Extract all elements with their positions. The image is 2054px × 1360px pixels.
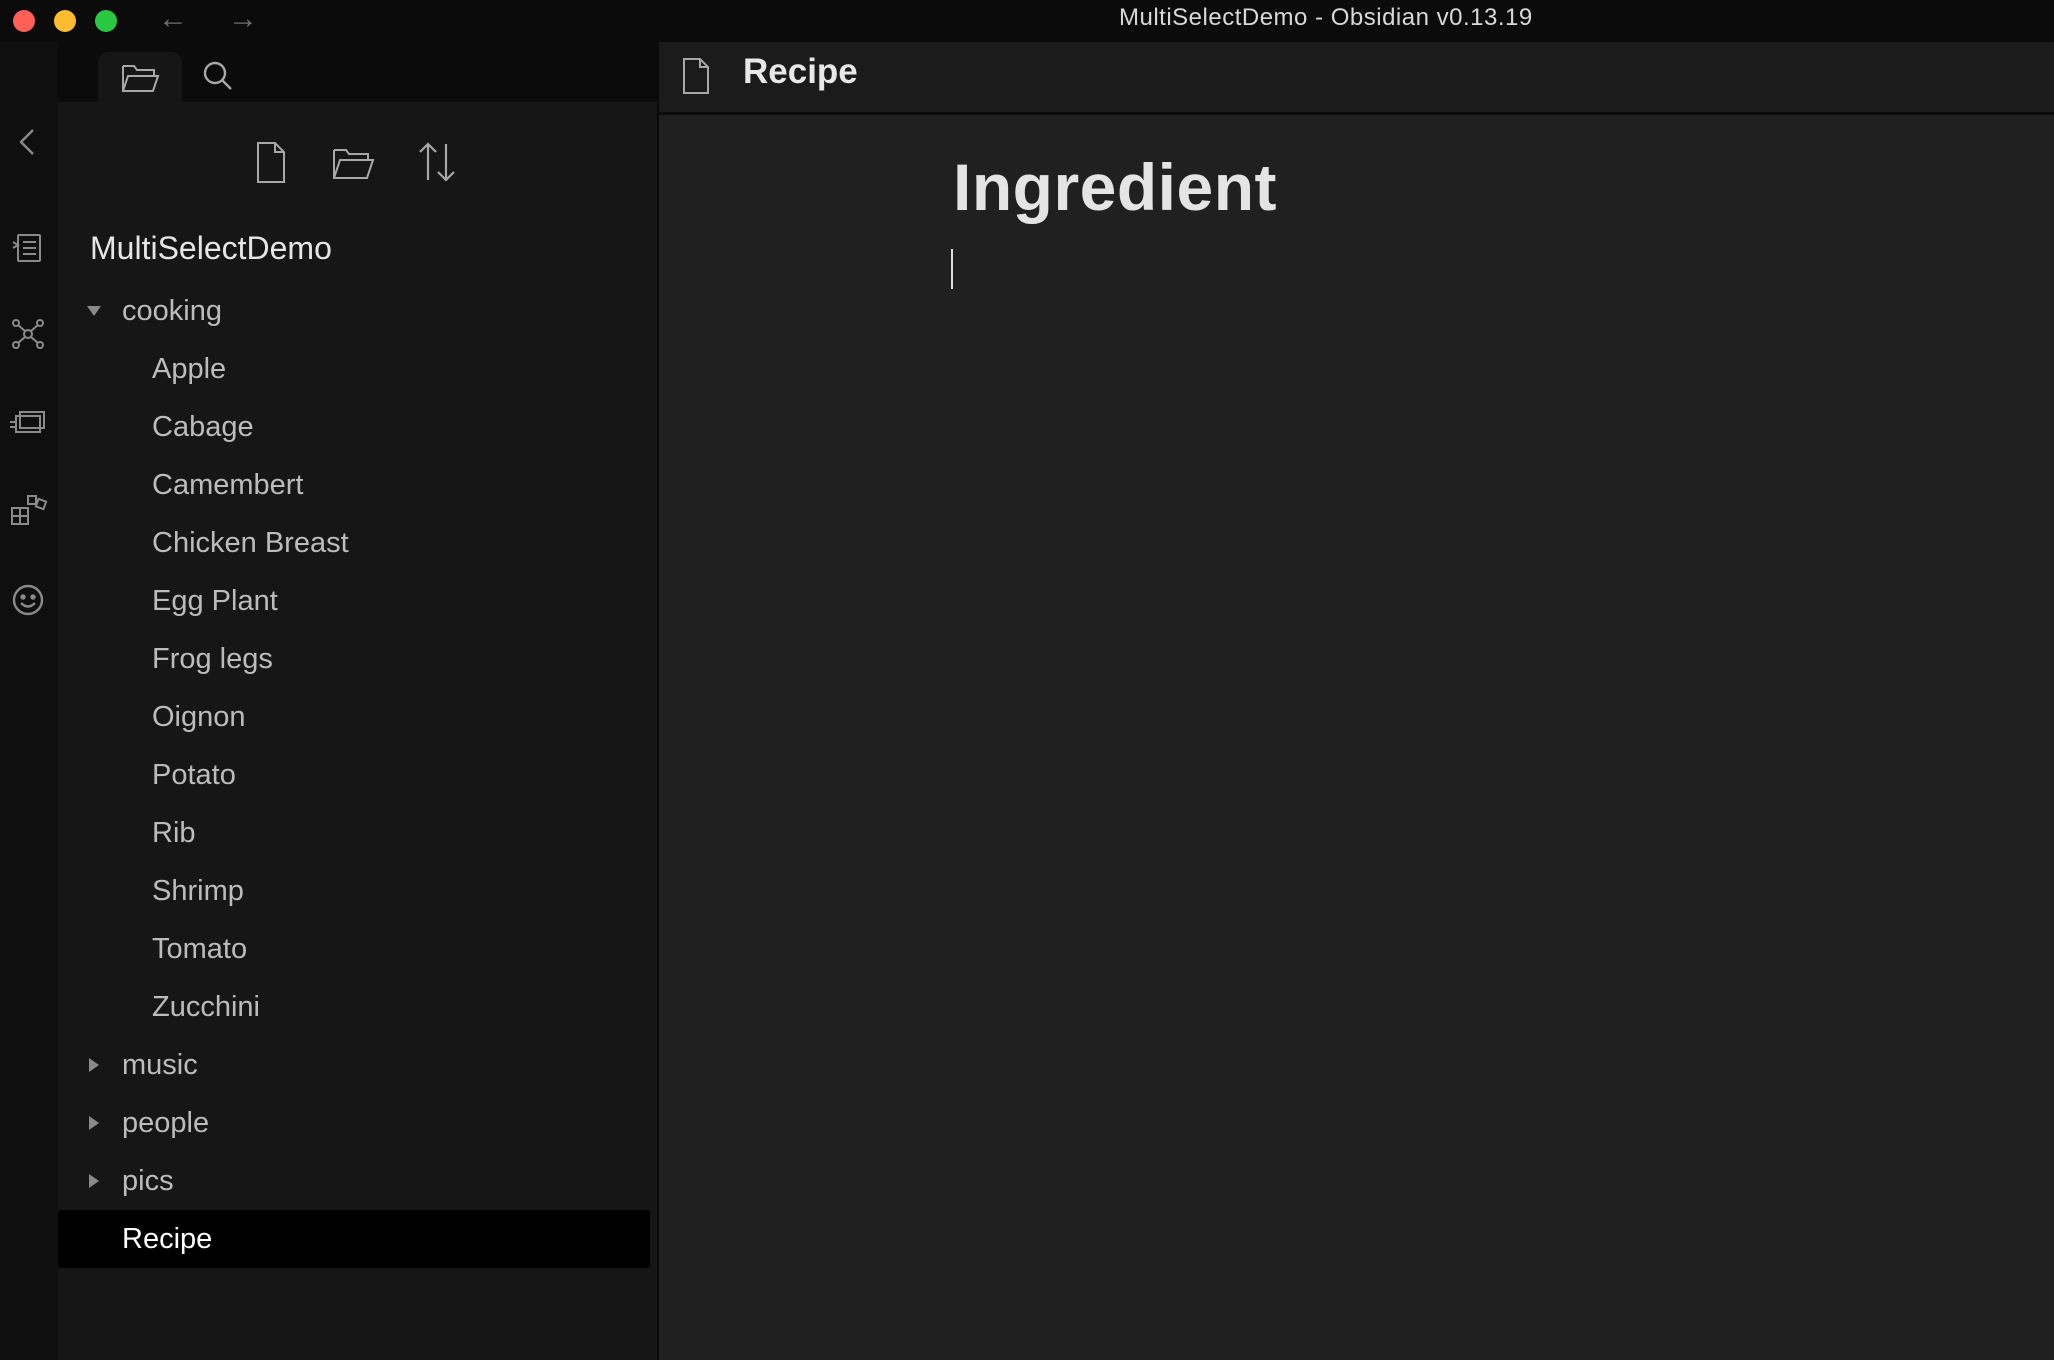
title-bar: ← → MultiSelectDemo - Obsidian v0.13.19 [0,0,2054,42]
command-palette-icon[interactable] [8,228,48,268]
file-oignon[interactable]: Oignon [152,688,246,746]
file-chicken-breast[interactable]: Chicken Breast [152,514,349,572]
file-zucchini[interactable]: Zucchini [152,978,260,1036]
collapse-chevron-icon[interactable] [8,122,48,162]
folder-pics[interactable]: pics [89,1152,174,1210]
arrow-left-icon[interactable]: ← [158,2,188,36]
caret-down-icon [84,282,104,340]
file-cabage[interactable]: Cabage [152,398,254,456]
graph-view-icon[interactable] [8,314,48,354]
file-potato[interactable]: Potato [152,746,236,804]
file-egg-plant[interactable]: Egg Plant [152,572,278,630]
slides-icon[interactable] [8,402,48,442]
folder-people[interactable]: people [89,1094,210,1152]
folder-label: music [122,1049,198,1081]
file-recipe-active[interactable]: Recipe [58,1210,650,1268]
folder-cooking[interactable]: cooking [87,282,222,340]
file-shrimp[interactable]: Shrimp [152,862,244,920]
file-rib[interactable]: Rib [152,804,196,862]
text-cursor [951,249,953,289]
plugins-icon[interactable] [8,490,48,530]
file-frog-legs[interactable]: Frog legs [152,630,273,688]
arrow-right-icon[interactable]: → [228,2,258,36]
emoji-icon[interactable] [8,580,48,620]
maximize-window-button[interactable] [95,10,117,32]
close-window-button[interactable] [13,10,35,32]
sort-icon[interactable] [414,138,460,188]
tab-search[interactable] [198,56,238,96]
new-note-icon[interactable] [248,138,294,188]
folder-label: cooking [122,295,222,327]
minimize-window-button[interactable] [54,10,76,32]
editor-header: Recipe [659,42,2054,115]
left-ribbon [0,42,58,1360]
caret-right-icon [84,1152,104,1210]
file-explorer: MultiSelectDemo cooking Apple Cabage Cam… [58,102,657,1360]
editor-content[interactable]: Ingredient [659,115,2054,1360]
file-explorer-actions [58,138,657,188]
file-tomato[interactable]: Tomato [152,920,247,978]
document-icon [679,56,713,96]
folder-label: people [122,1107,210,1139]
folder-icon [120,62,160,94]
file-camembert[interactable]: Camembert [152,456,304,514]
tab-file-explorer[interactable] [98,52,182,102]
sidebar-tab-header [58,42,657,102]
note-heading[interactable]: Ingredient [953,149,1277,225]
search-icon [198,56,238,96]
folder-music[interactable]: music [89,1036,198,1094]
window-title: MultiSelectDemo - Obsidian v0.13.19 [1119,4,1533,31]
folder-label: pics [122,1165,174,1197]
file-label: Recipe [122,1223,213,1255]
vault-name[interactable]: MultiSelectDemo [90,230,332,267]
caret-right-icon [84,1036,104,1094]
file-apple[interactable]: Apple [152,340,226,398]
note-title[interactable]: Recipe [743,52,858,92]
new-folder-icon[interactable] [330,138,376,188]
caret-right-icon [84,1094,104,1152]
